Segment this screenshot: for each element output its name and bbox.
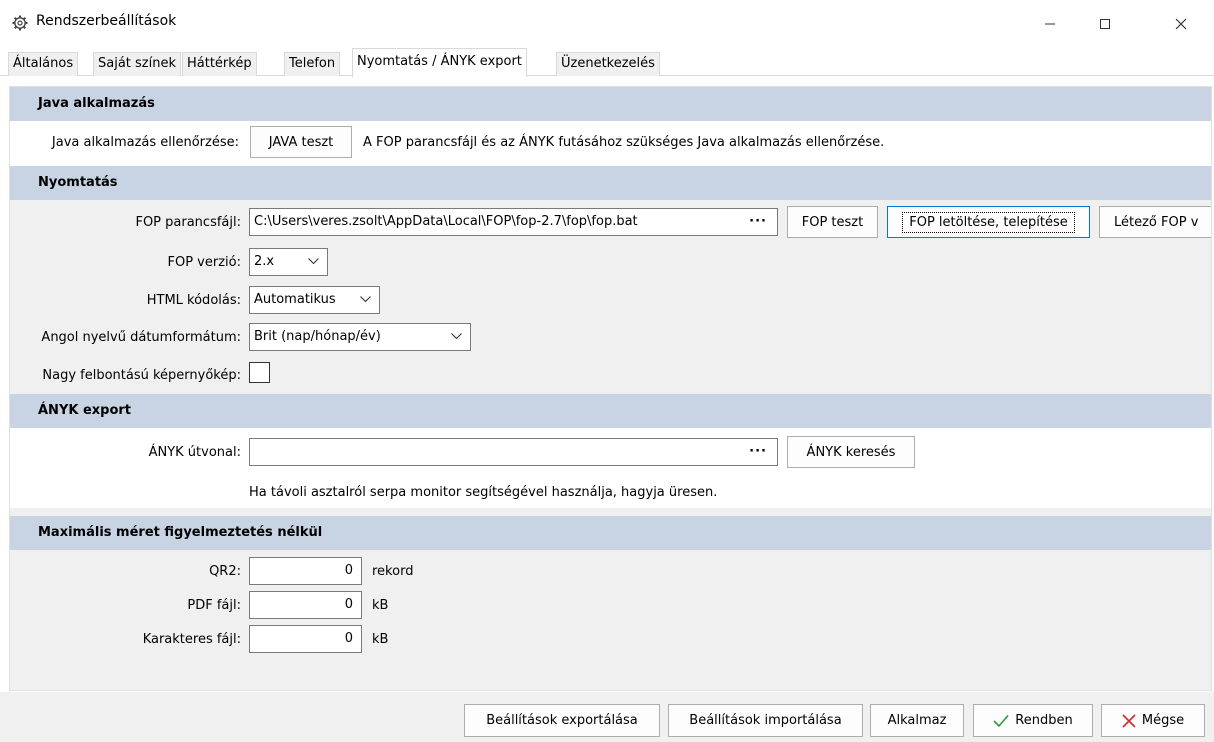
pdf-size-input[interactable]: 0 bbox=[249, 591, 362, 619]
tab-own-colors[interactable]: Saját színek bbox=[93, 52, 181, 76]
section-header-print: Nyomtatás bbox=[10, 166, 1211, 200]
date-format-value: Brit (nap/hónap/év) bbox=[254, 329, 381, 344]
fop-path-input[interactable]: C:\Users\veres.zsolt\AppData\Local\FOP\f… bbox=[249, 208, 778, 236]
hires-checkbox[interactable] bbox=[249, 362, 270, 383]
minimize-icon bbox=[1045, 23, 1055, 25]
chevron-down-icon bbox=[308, 258, 319, 265]
minimize-button[interactable] bbox=[1027, 0, 1073, 48]
cancel-button[interactable]: Mégse bbox=[1101, 704, 1205, 737]
export-settings-button[interactable]: Beállítások exportálása bbox=[464, 704, 660, 737]
fop-version-select[interactable]: 2.x bbox=[249, 248, 328, 276]
pdf-size-unit: kB bbox=[372, 598, 389, 613]
ok-button[interactable]: Rendben bbox=[973, 704, 1093, 737]
text-size-unit: kB bbox=[372, 632, 389, 647]
x-icon bbox=[1122, 713, 1136, 728]
chevron-down-icon bbox=[451, 333, 462, 340]
cancel-label: Mégse bbox=[1141, 713, 1185, 728]
gear-icon bbox=[12, 15, 28, 31]
import-settings-button[interactable]: Beállítások importálása bbox=[668, 704, 863, 737]
anyk-search-button[interactable]: ÁNYK keresés bbox=[787, 436, 915, 468]
browse-icon[interactable]: ··· bbox=[749, 439, 767, 465]
text-size-label: Karakteres fájl: bbox=[142, 632, 241, 647]
title-bar: Rendszerbeállítások bbox=[0, 0, 1214, 48]
checkmark-icon bbox=[993, 714, 1009, 727]
section-header-maxsize: Maximális méret figyelmeztetés nélkül bbox=[10, 516, 1211, 550]
fop-version-value: 2.x bbox=[254, 254, 275, 269]
settings-panel: Java alkalmazás Java alkalmazás ellenőrz… bbox=[9, 86, 1212, 691]
fop-label: FOP parancsfájl: bbox=[135, 215, 241, 230]
anyk-hint: Ha távoli asztalról serpa monitor segíts… bbox=[249, 485, 718, 500]
tab-message-handling[interactable]: Üzenetkezelés bbox=[556, 52, 660, 76]
dialog-footer: Beállítások exportálása Beállítások impo… bbox=[0, 692, 1214, 742]
hires-label: Nagy felbontású képernyőkép: bbox=[42, 368, 241, 383]
maximize-button[interactable] bbox=[1082, 0, 1128, 48]
tab-background[interactable]: Háttérkép bbox=[182, 52, 257, 76]
chevron-down-icon bbox=[360, 296, 371, 303]
date-format-label: Angol nyelvű dátumformátum: bbox=[41, 330, 241, 345]
section-header-anyk: ÁNYK export bbox=[10, 394, 1211, 428]
qr2-label: QR2: bbox=[209, 564, 241, 579]
java-check-label: Java alkalmazás ellenőrzése: bbox=[51, 135, 239, 150]
java-row: Java alkalmazás ellenőrzése: JAVA teszt … bbox=[10, 121, 1211, 166]
apply-button[interactable]: Alkalmaz bbox=[870, 704, 964, 737]
window-title: Rendszerbeállítások bbox=[36, 13, 177, 29]
ok-label: Rendben bbox=[1015, 713, 1073, 728]
fop-path-value: C:\Users\veres.zsolt\AppData\Local\FOP\f… bbox=[254, 214, 638, 229]
close-icon bbox=[1175, 18, 1187, 30]
text-size-input[interactable]: 0 bbox=[249, 625, 362, 653]
fop-download-label: FOP letöltése, telepítése bbox=[902, 211, 1075, 233]
tab-strip: Általános Saját színek Háttérkép Telefon… bbox=[0, 48, 1214, 77]
browse-icon[interactable]: ··· bbox=[749, 209, 767, 235]
java-description: A FOP parancsfájl és az ÁNYK futásához s… bbox=[363, 135, 885, 150]
fop-test-button[interactable]: FOP teszt bbox=[787, 206, 878, 238]
html-encoding-value: Automatikus bbox=[254, 292, 336, 307]
section-header-java: Java alkalmazás bbox=[10, 87, 1211, 121]
fop-download-button[interactable]: FOP letöltése, telepítése bbox=[887, 206, 1090, 238]
html-encoding-select[interactable]: Automatikus bbox=[249, 286, 380, 314]
maximize-icon bbox=[1100, 19, 1110, 29]
html-encoding-label: HTML kódolás: bbox=[146, 293, 241, 308]
pdf-size-label: PDF fájl: bbox=[187, 598, 241, 613]
fop-version-label: FOP verzió: bbox=[167, 255, 242, 270]
anyk-path-input[interactable]: ··· bbox=[249, 438, 778, 466]
close-button[interactable] bbox=[1158, 0, 1204, 48]
tab-print-anyk-export[interactable]: Nyomtatás / ÁNYK export bbox=[352, 48, 527, 77]
qr2-input[interactable]: 0 bbox=[249, 557, 362, 585]
java-test-button[interactable]: JAVA teszt bbox=[250, 126, 352, 158]
qr2-unit: rekord bbox=[372, 564, 414, 579]
date-format-select[interactable]: Brit (nap/hónap/év) bbox=[249, 323, 471, 351]
tab-phone[interactable]: Telefon bbox=[284, 52, 341, 76]
tab-general[interactable]: Általános bbox=[8, 52, 79, 76]
fop-existing-button[interactable]: Létező FOP v bbox=[1099, 206, 1211, 238]
anyk-path-label: ÁNYK útvonal: bbox=[148, 445, 241, 460]
